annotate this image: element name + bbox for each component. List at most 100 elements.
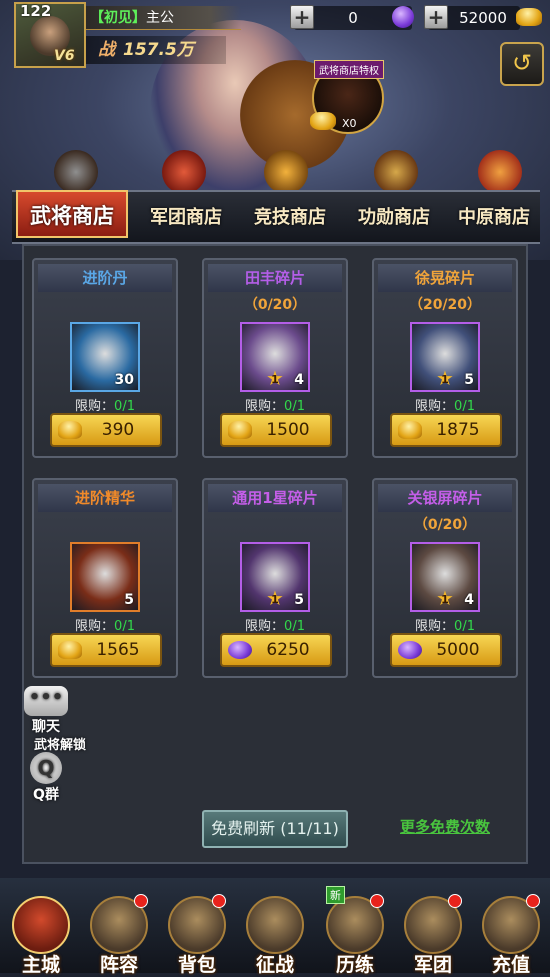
purchase-limit: 限购：0/1 — [204, 615, 346, 634]
tab-general-shop[interactable]: 武将商店 — [16, 190, 128, 238]
item-quantity: 5 — [294, 592, 304, 608]
limit-label: 限购： — [415, 619, 455, 634]
add-gold-button[interactable]: + — [424, 5, 448, 29]
purchase-limit: 限购：0/1 — [374, 395, 516, 414]
price-value: 6250 — [266, 640, 310, 660]
limit-value: 0/1 — [114, 619, 135, 634]
nav-item[interactable]: 征战 — [240, 892, 310, 976]
gem-counter: + 0 — [290, 5, 414, 30]
shop-item-card[interactable]: 进阶丹 30 限购：0/1 390 — [32, 258, 178, 458]
purchase-limit: 限购：0/1 — [204, 395, 346, 414]
item-quantity: 30 — [114, 372, 134, 388]
player-avatar[interactable]: 122 V6 — [14, 2, 86, 68]
item-quantity: 5 — [124, 592, 134, 608]
buy-button[interactable]: 390 — [50, 413, 162, 447]
notification-dot — [370, 894, 384, 908]
notification-dot — [134, 894, 148, 908]
shop-item-card[interactable]: 通用1星碎片 ★ 1 5 限购：0/1 6250 — [202, 478, 348, 678]
qq-penguin-icon: Q — [30, 752, 62, 784]
item-name: 通用1星碎片 — [208, 484, 342, 512]
gold-counter: + 52000 — [424, 5, 542, 30]
gem-value: 0 — [348, 9, 358, 27]
seal-icon — [478, 150, 522, 194]
nav-item[interactable]: 主城 — [6, 892, 76, 976]
item-icon[interactable]: 5 — [70, 542, 140, 612]
item-name: 关银屏碎片 — [378, 484, 512, 512]
chat-bubble-icon: ••• — [24, 686, 68, 716]
price-value: 390 — [101, 420, 135, 440]
nav-item[interactable]: 充值 — [476, 892, 546, 976]
star-icon: ★ 1 — [264, 368, 286, 388]
item-name: 进阶精华 — [38, 484, 172, 512]
player-tag: 【初见】 — [90, 10, 146, 26]
star-count: 1 — [441, 593, 449, 606]
nav-item[interactable]: 背包 — [162, 892, 232, 976]
gold-ingot-icon — [310, 112, 336, 130]
shop-item-card[interactable]: 关银屏碎片 （0/20） ★ 1 4 限购：0/1 5000 — [372, 478, 518, 678]
buy-button[interactable]: 5000 — [390, 633, 502, 667]
shop-item-card[interactable]: 田丰碎片 （0/20） ★ 1 4 限购：0/1 1500 — [202, 258, 348, 458]
shop-privilege[interactable]: 武将商店特权 X0 — [304, 52, 392, 136]
limit-label: 限购： — [415, 399, 455, 414]
buy-button[interactable]: 1500 — [220, 413, 332, 447]
general-unlock-link[interactable]: 武将解锁 — [20, 734, 100, 753]
nav-item[interactable]: 新 历练 — [320, 886, 390, 976]
qq-group-button[interactable]: Q Q群 — [18, 752, 74, 804]
item-icon[interactable]: ★ 1 5 — [410, 322, 480, 392]
medal-icon — [374, 150, 418, 194]
nav-item[interactable]: 阵容 — [84, 892, 154, 976]
gold-ingot-icon — [58, 421, 82, 439]
item-icon[interactable]: 30 — [70, 322, 140, 392]
gem-icon — [398, 641, 422, 659]
purchase-limit: 限购：0/1 — [34, 395, 176, 414]
privilege-title: 武将商店特权 — [314, 60, 384, 79]
shop-item-card[interactable]: 进阶精华 5 限购：0/1 1565 — [32, 478, 178, 678]
gold-ingot-icon — [398, 421, 422, 439]
price-value: 1875 — [436, 420, 480, 440]
limit-label: 限购： — [245, 399, 285, 414]
item-icon[interactable]: ★ 1 4 — [410, 542, 480, 612]
tab-merit-shop[interactable]: 功勋商店 — [342, 200, 446, 236]
legion-emblem-icon — [162, 150, 206, 194]
crossed-swords-icon — [246, 896, 304, 954]
nav-item[interactable]: 军团 — [398, 892, 468, 976]
tab-central-plains-shop[interactable]: 中原商店 — [442, 200, 546, 236]
purchase-limit: 限购：0/1 — [374, 615, 516, 634]
tab-legion-shop[interactable]: 军团商店 — [134, 200, 238, 236]
item-quantity: 4 — [294, 372, 304, 388]
player-level: 122 — [20, 2, 52, 20]
free-refresh-button[interactable]: 免费刷新 (11/11) — [202, 810, 348, 848]
buy-button[interactable]: 1875 — [390, 413, 502, 447]
tab-arena-shop[interactable]: 竞技商店 — [238, 200, 342, 236]
notification-dot — [212, 894, 226, 908]
castle-icon — [12, 896, 70, 954]
chat-button[interactable]: ••• 聊天 — [18, 686, 74, 736]
fragment-progress: （0/20） — [413, 517, 477, 533]
buy-button[interactable]: 6250 — [220, 633, 332, 667]
purchase-limit: 限购：0/1 — [34, 615, 176, 634]
add-gems-button[interactable]: + — [290, 5, 314, 29]
limit-label: 限购： — [75, 619, 115, 634]
shop-item-card[interactable]: 徐晃碎片 （20/20） ★ 1 5 限购：0/1 1875 — [372, 258, 518, 458]
buy-button[interactable]: 1565 — [50, 633, 162, 667]
power-label: 战 — [98, 40, 115, 60]
fragment-progress: （0/20） — [243, 297, 307, 313]
helmet-icon — [54, 150, 98, 194]
limit-label: 限购： — [75, 399, 115, 414]
qq-label: Q群 — [33, 787, 59, 803]
price-value: 1565 — [96, 640, 140, 660]
item-quantity: 4 — [464, 592, 474, 608]
notification-dot — [448, 894, 462, 908]
back-button[interactable]: ↺ — [500, 42, 544, 86]
vip-badge: V6 — [54, 48, 75, 64]
limit-label: 限购： — [245, 619, 285, 634]
star-count: 1 — [271, 593, 279, 606]
player-name: 主公 — [146, 10, 174, 26]
item-icon[interactable]: ★ 1 4 — [240, 322, 310, 392]
more-free-times-link[interactable]: 更多免费次数 — [400, 816, 490, 837]
star-icon: ★ 1 — [434, 368, 456, 388]
item-icon[interactable]: ★ 1 5 — [240, 542, 310, 612]
combat-power: 战 157.5万 — [86, 36, 226, 64]
item-quantity: 5 — [464, 372, 474, 388]
gem-icon — [392, 6, 414, 28]
